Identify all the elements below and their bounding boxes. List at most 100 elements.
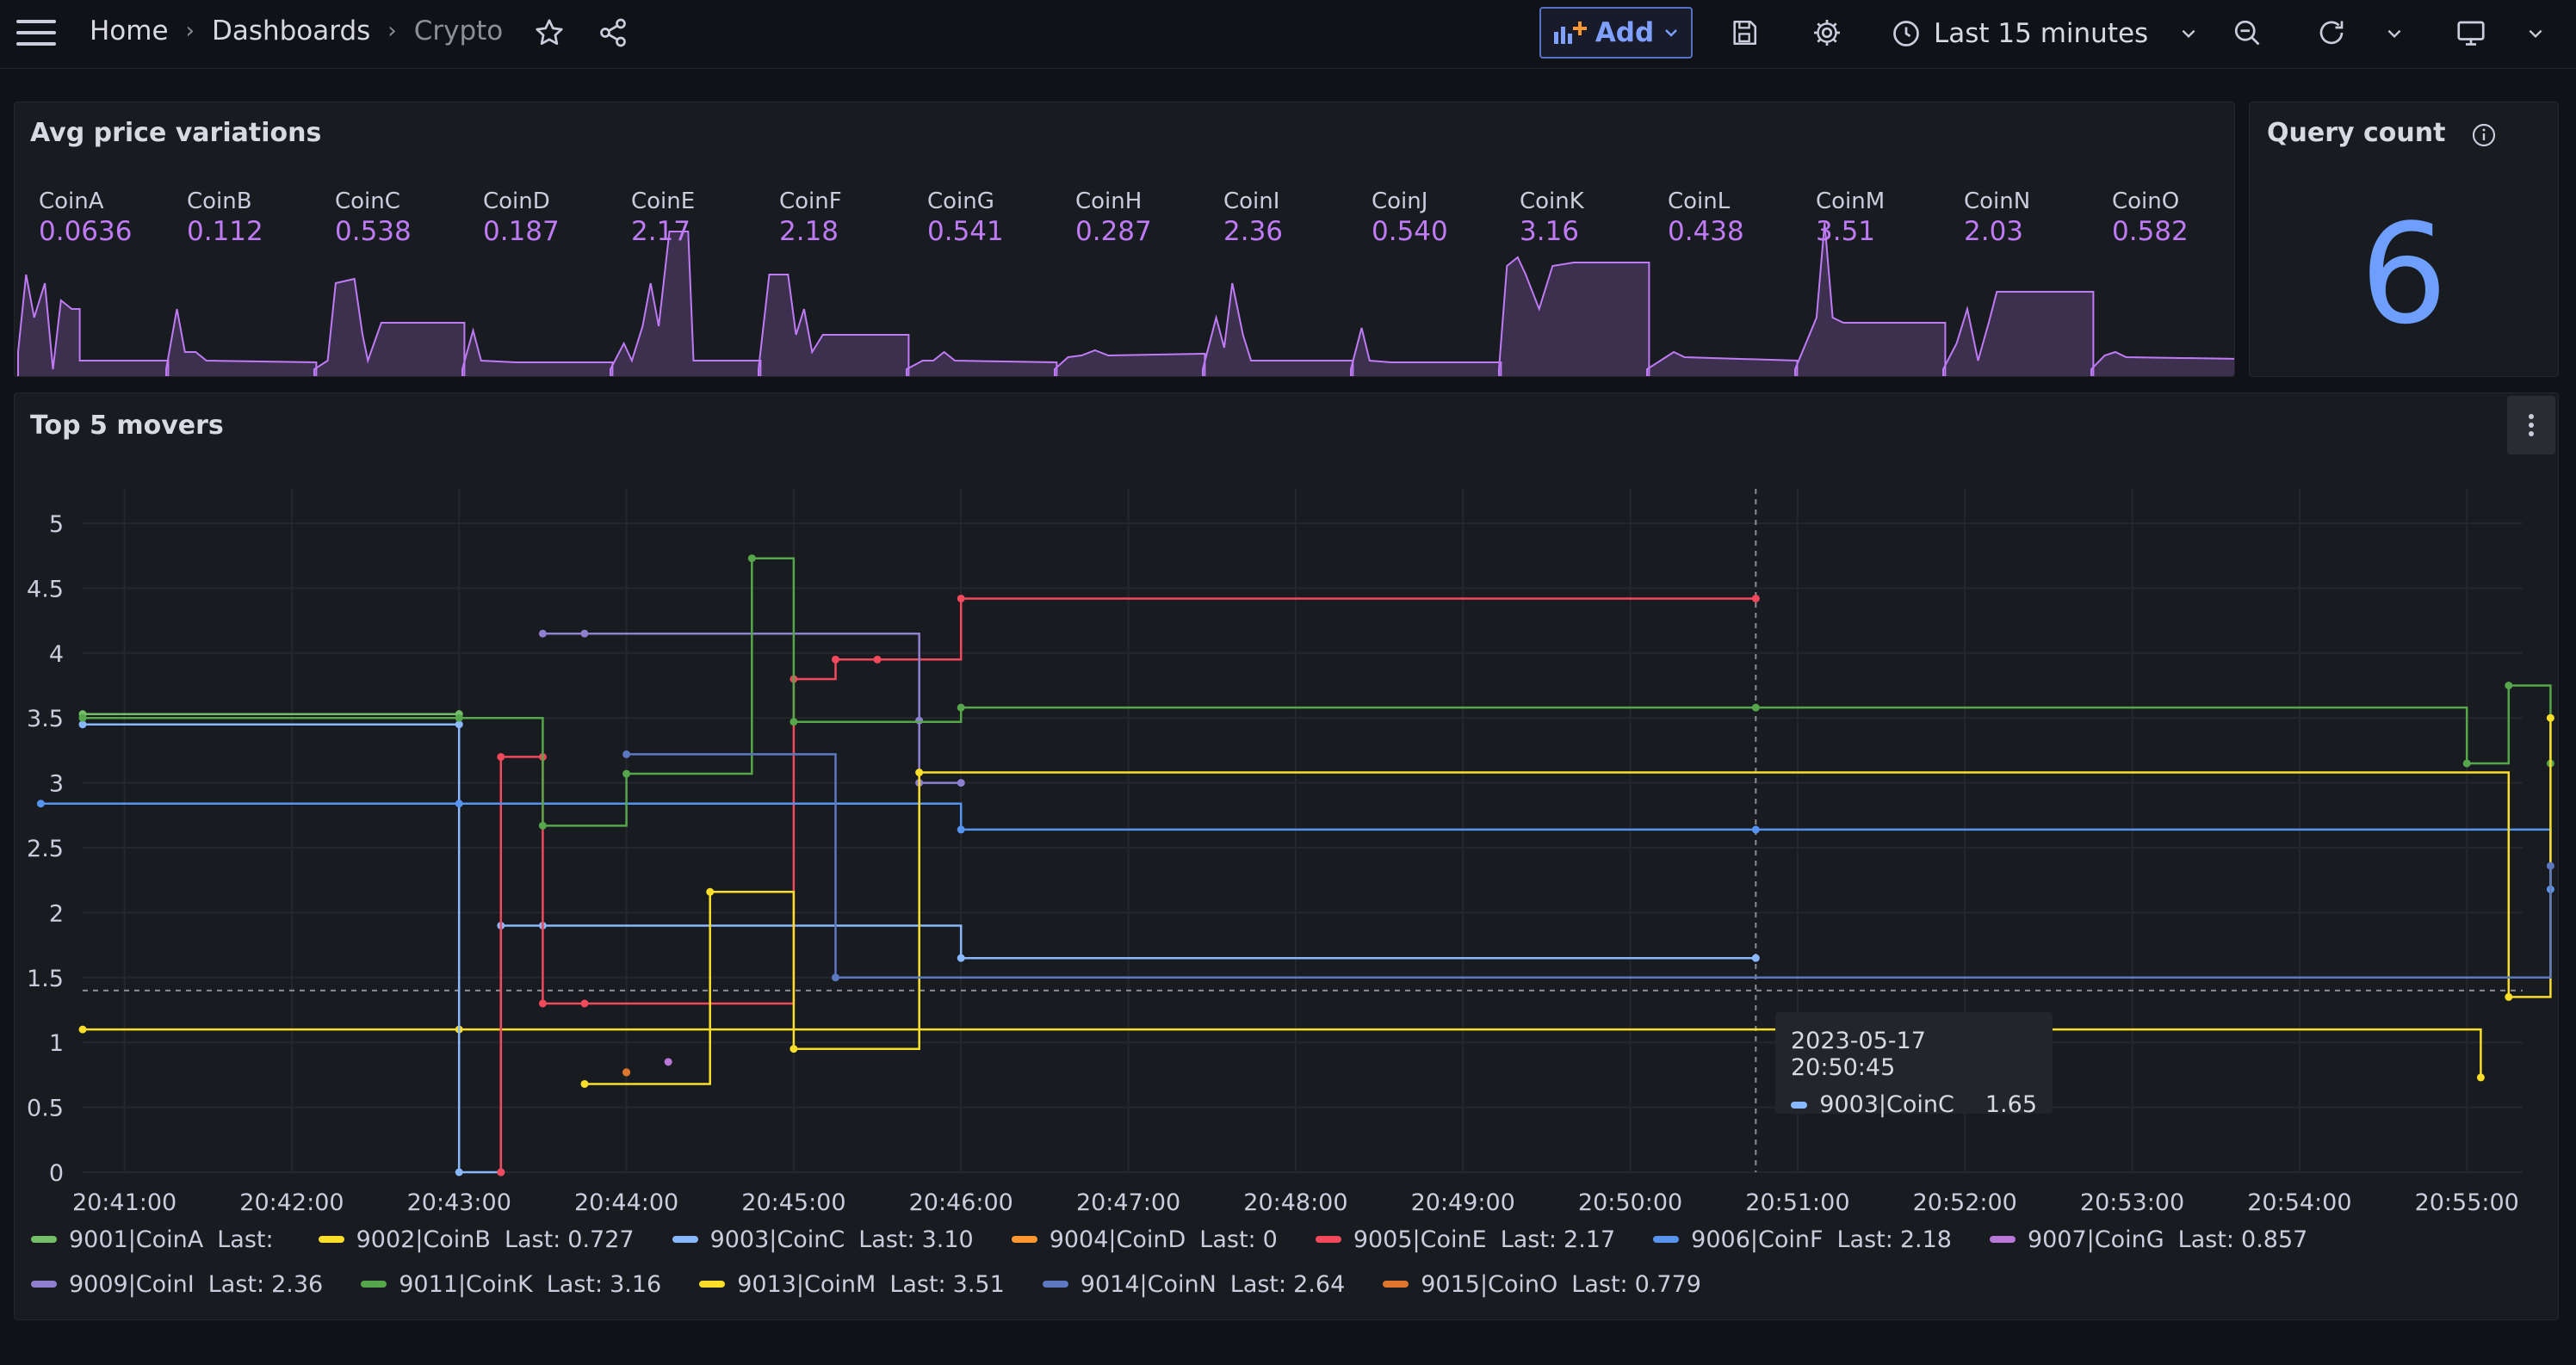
info-icon[interactable] <box>2470 121 2498 149</box>
legend-last-value: 0 <box>1262 1226 1278 1253</box>
legend-item[interactable]: 9003|CoinC Last: 3.10 <box>672 1217 974 1262</box>
chevron-down-icon[interactable] <box>2381 21 2407 46</box>
coin-name: CoinM <box>1816 188 1886 214</box>
legend-series-name: 9013|CoinM <box>737 1270 876 1298</box>
coin-name: CoinO <box>2112 188 2180 214</box>
legend-last-label: Last: <box>1500 1226 1557 1253</box>
legend-last-label: Last: <box>207 1270 265 1298</box>
add-panel-icon <box>1553 22 1587 44</box>
coin-stat-coinc: CoinC 0.538 <box>335 188 473 247</box>
legend-last-label: Last: <box>1199 1226 1256 1253</box>
legend-last-value: 3.16 <box>610 1270 662 1298</box>
coin-name: CoinD <box>483 188 550 214</box>
sparkline-coink <box>1498 256 1650 376</box>
legend-last-value: 2.36 <box>271 1270 324 1298</box>
legend-last-label: Last: <box>889 1270 946 1298</box>
coin-name: CoinN <box>1964 188 2031 214</box>
menu-icon[interactable] <box>15 15 57 50</box>
share-icon[interactable] <box>596 15 630 50</box>
coin-value: 0.438 <box>1668 216 1744 247</box>
sparkline-coinb <box>165 308 318 376</box>
coin-name: CoinK <box>1520 188 1584 214</box>
coin-value: 0.287 <box>1075 216 1152 247</box>
breadcrumb-home[interactable]: Home <box>90 15 169 46</box>
coin-value: 3.16 <box>1520 216 1580 247</box>
legend-last-value: 2.18 <box>1899 1226 1952 1253</box>
query-count-value: 6 <box>2360 194 2448 355</box>
sparkline-coinh <box>1054 349 1206 376</box>
legend-last-label: Last: <box>2177 1226 2235 1253</box>
refresh-icon[interactable] <box>2314 15 2349 50</box>
coin-stat-coinm: CoinM 3.51 <box>1816 188 1954 247</box>
sparkline-coing <box>906 350 1058 376</box>
legend-item[interactable]: 9011|CoinK Last: 3.16 <box>361 1262 661 1306</box>
coin-stat-coinb: CoinB 0.112 <box>187 188 325 247</box>
legend-last-value: 2.64 <box>1293 1270 1346 1298</box>
sparkline-coinf <box>758 274 910 376</box>
time-range-picker[interactable]: Last 15 minutes <box>1891 9 2198 59</box>
legend-item[interactable]: 9009|CoinI Last: 2.36 <box>31 1262 323 1306</box>
legend-item[interactable]: 9002|CoinB Last: 0.727 <box>318 1217 635 1262</box>
coin-stat-coini: CoinI 2.36 <box>1223 188 1361 247</box>
sparkline-coinc <box>313 277 466 376</box>
legend-item[interactable]: 9013|CoinM Last: 3.51 <box>699 1262 1005 1306</box>
legend-series-name: 9001|CoinA <box>69 1226 204 1253</box>
add-button-label: Add <box>1595 17 1655 48</box>
legend-series-name: 9009|CoinI <box>69 1270 195 1298</box>
panel-menu-button[interactable] <box>2507 396 2555 454</box>
legend-item[interactable]: 9005|CoinE Last: 2.17 <box>1315 1217 1615 1262</box>
legend-item[interactable]: 9007|CoinG Last: 0.857 <box>1989 1217 2308 1262</box>
zoom-out-icon[interactable] <box>2230 15 2264 50</box>
gear-icon[interactable] <box>1810 15 1844 50</box>
breadcrumb-dashboards[interactable]: Dashboards <box>212 15 370 46</box>
legend-series-name: 9003|CoinC <box>709 1226 845 1253</box>
breadcrumb-separator: › <box>185 18 195 44</box>
legend-swatch <box>672 1236 698 1243</box>
sparkline-coine <box>610 231 762 376</box>
coin-stat-coing: CoinG 0.541 <box>927 188 1065 247</box>
chart-tooltip: 2023-05-17 20:50:45 9003|CoinC 1.65 <box>1775 1012 2053 1118</box>
avg-price-variations-panel: Avg price variations CoinA 0.0636 CoinB 0.1… <box>14 102 2235 377</box>
coin-name: CoinL <box>1668 188 1731 214</box>
tv-mode-icon[interactable] <box>2454 15 2488 50</box>
coin-value: 0.582 <box>2112 216 2189 247</box>
legend-item[interactable]: 9015|CoinO Last: 0.779 <box>1383 1262 1701 1306</box>
chevron-down-icon <box>2182 29 2195 39</box>
chevron-down-icon[interactable] <box>2523 21 2548 46</box>
legend-item[interactable]: 9001|CoinA Last: <box>31 1217 281 1262</box>
legend-item[interactable]: 9004|CoinD Last: 0 <box>1011 1217 1278 1262</box>
save-icon[interactable] <box>1727 15 1762 50</box>
breadcrumb-separator: › <box>387 18 397 44</box>
legend-swatch <box>1989 1236 2016 1243</box>
coin-stat-coink: CoinK 3.16 <box>1520 188 1657 247</box>
coin-value: 2.17 <box>631 216 691 247</box>
legend-series-name: 9011|CoinK <box>399 1270 533 1298</box>
top-nav-bar: Home › Dashboards › Crypto Add Last 15 m… <box>0 0 2576 69</box>
legend-series-name: 9015|CoinO <box>1421 1270 1558 1298</box>
legend-item[interactable]: 9014|CoinN Last: 2.64 <box>1042 1262 1346 1306</box>
legend-swatch <box>1653 1236 1680 1243</box>
legend-last-label: Last: <box>217 1226 274 1253</box>
time-range-label: Last 15 minutes <box>1934 18 2149 49</box>
legend-item[interactable]: 9006|CoinF Last: 2.18 <box>1653 1217 1952 1262</box>
tooltip-swatch <box>1791 1101 1808 1109</box>
coin-stat-coind: CoinD 0.187 <box>483 188 621 247</box>
legend-series-name: 9014|CoinN <box>1080 1270 1217 1298</box>
add-button[interactable]: Add <box>1539 7 1693 59</box>
coin-value: 0.112 <box>187 216 263 247</box>
tooltip-value: 1.65 <box>1985 1091 2037 1118</box>
legend-series-name: 9002|CoinB <box>356 1226 491 1253</box>
panel-title: Query count <box>2267 118 2446 148</box>
coin-value: 2.18 <box>779 216 839 247</box>
legend-last-value: 0.857 <box>2241 1226 2308 1253</box>
legend-last-value: 3.51 <box>952 1270 1005 1298</box>
legend-series-name: 9005|CoinE <box>1353 1226 1487 1253</box>
breadcrumb-crypto: Crypto <box>413 15 504 46</box>
star-icon[interactable] <box>532 15 567 50</box>
legend-last-label: Last: <box>546 1270 604 1298</box>
tooltip-series: 9003|CoinC <box>1819 1091 1954 1118</box>
coin-value: 0.0636 <box>39 216 133 247</box>
legend-series-name: 9006|CoinF <box>1691 1226 1824 1253</box>
coin-value: 2.03 <box>1964 216 2024 247</box>
legend-swatch <box>699 1281 726 1288</box>
